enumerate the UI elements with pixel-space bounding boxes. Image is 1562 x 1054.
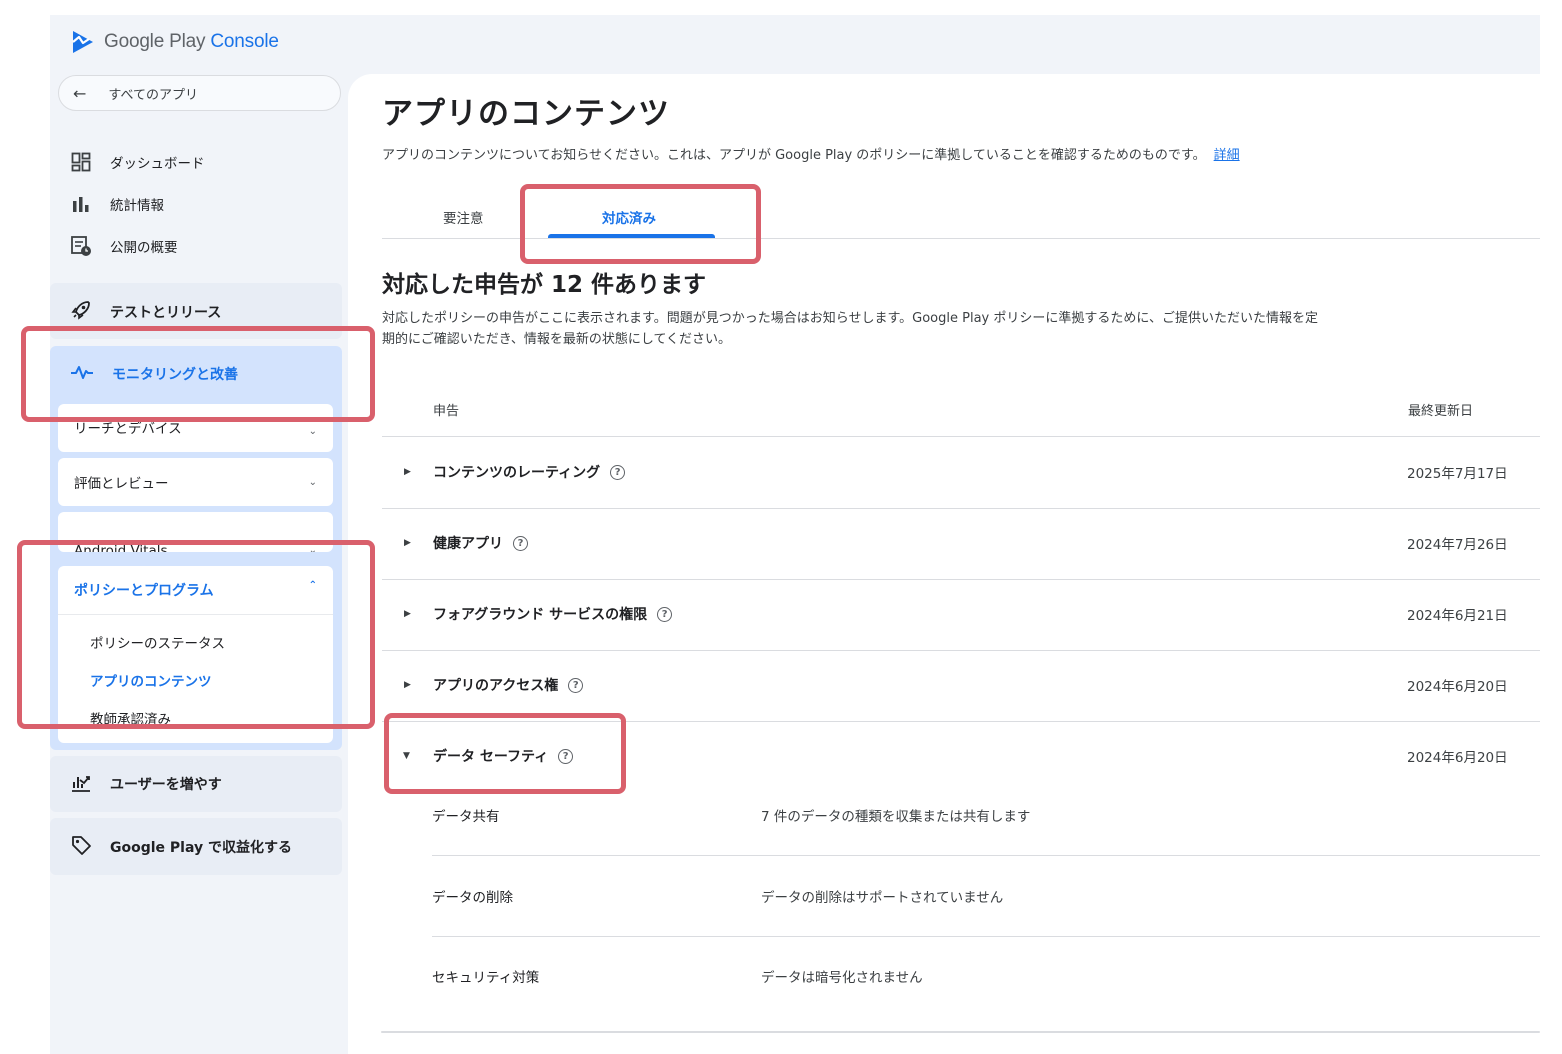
sidebar-sub-ratings-reviews[interactable]: 評価とレビュー ⌄ [58,458,333,506]
page-title: アプリのコンテンツ [382,96,670,132]
highlight-box-policy [17,540,375,729]
detail-value-data-sharing: 7 件のデータの種類を収集または共有します [761,809,1031,825]
sidebar-item-label: 公開の概要 [110,240,178,256]
column-header-declaration: 申告 [433,404,460,419]
expand-caret-icon[interactable]: ▶ [404,538,411,548]
sub-label: 評価とレビュー [74,476,169,492]
back-label: すべてのアプリ [108,87,198,103]
section-head-monetize[interactable]: Google Play で収益化する [70,833,292,861]
column-header-last-updated: 最終更新日 [1408,404,1474,419]
sidebar-item-statistics[interactable]: 統計情報 [70,190,164,218]
help-icon[interactable]: ? [657,606,673,622]
tag-icon [70,834,92,860]
expand-caret-icon[interactable]: ▶ [404,680,411,690]
page-subtitle: アプリのコンテンツについてお知らせください。これは、アプリが Google Pl… [382,144,1240,163]
sidebar-item-dashboard[interactable]: ダッシュボード [70,148,205,176]
dashboard-icon [70,151,92,173]
sidebar-item-label: 統計情報 [110,198,164,214]
grow-users-icon [70,771,92,797]
sidebar-item-publishing-overview[interactable]: 公開の概要 [70,232,178,260]
help-icon[interactable]: ? [610,464,626,480]
detail-value-data-deletion: データの削除はサポートされていません [761,890,1004,906]
detail-label-data-sharing: データ共有 [432,809,500,825]
card-bottom-edge [381,1031,1540,1033]
help-icon[interactable]: ? [568,677,584,693]
learn-more-link[interactable]: 詳細 [1214,148,1240,163]
page-subtitle-text: アプリのコンテンツについてお知らせください。これは、アプリが Google Pl… [382,148,1206,163]
publishing-overview-icon [70,235,92,257]
highlight-box-monitoring [21,326,375,422]
table-row[interactable]: ▶ アプリのアクセス権? 2024年6月20日 [382,650,1540,720]
sidebar-item-label: ダッシュボード [110,156,205,172]
section-label: Google Play で収益化する [110,840,292,856]
declaration-name: 健康アプリ? [433,533,528,553]
google-play-console-logo[interactable]: Google Play Console [70,28,279,56]
all-apps-back-button[interactable]: ← すべてのアプリ [58,75,341,111]
declaration-name: アプリのアクセス権? [433,675,584,695]
section-title: 対応した申告が 12 件あります [382,272,707,298]
detail-divider [432,855,1540,856]
back-arrow-icon: ← [73,83,87,103]
last-updated-date: 2024年7月26日 [1407,537,1508,553]
section-label: テストとリリース [110,305,222,321]
tab-needs-attention[interactable]: 要注意 [443,207,484,227]
expand-caret-icon[interactable]: ▶ [404,609,411,619]
detail-value-security-practices: データは暗号化されません [761,970,923,986]
declaration-name: フォアグラウンド サービスの権限? [433,604,673,624]
highlight-box-data-safety [384,713,626,794]
section-description: 対応したポリシーの申告がここに表示されます。問題が見つかった場合はお知らせします… [382,311,1318,347]
expand-caret-icon[interactable]: ▶ [404,467,411,477]
last-updated-date: 2024年6月21日 [1407,608,1508,624]
detail-label-data-deletion: データの削除 [432,890,513,906]
last-updated-date: 2025年7月17日 [1407,466,1508,482]
highlight-box-addressed-tab [520,184,761,264]
logo-text: Google Play Console [104,31,279,52]
declaration-name: コンテンツのレーティング? [433,462,626,482]
table-row[interactable]: ▶ コンテンツのレーティング? 2025年7月17日 [382,437,1540,507]
bar-chart-icon [70,193,92,215]
table-row[interactable]: ▶ フォアグラウンド サービスの権限? 2024年6月21日 [382,579,1540,649]
rocket-icon [70,299,92,325]
detail-divider [432,936,1540,937]
section-head-grow-users[interactable]: ユーザーを増やす [70,770,222,798]
last-updated-date: 2024年6月20日 [1407,679,1508,695]
chevron-down-icon: ⌄ [308,426,317,437]
table-row[interactable]: ▶ 健康アプリ? 2024年7月26日 [382,508,1540,578]
play-console-logo-icon [72,31,93,53]
section-head-test-release[interactable]: テストとリリース [70,298,221,326]
detail-label-security-practices: セキュリティ対策 [432,970,540,986]
section-label: ユーザーを増やす [110,777,222,793]
chevron-down-icon: ⌄ [308,476,317,488]
last-updated-date: 2024年6月20日 [1407,750,1508,766]
help-icon[interactable]: ? [513,535,528,551]
